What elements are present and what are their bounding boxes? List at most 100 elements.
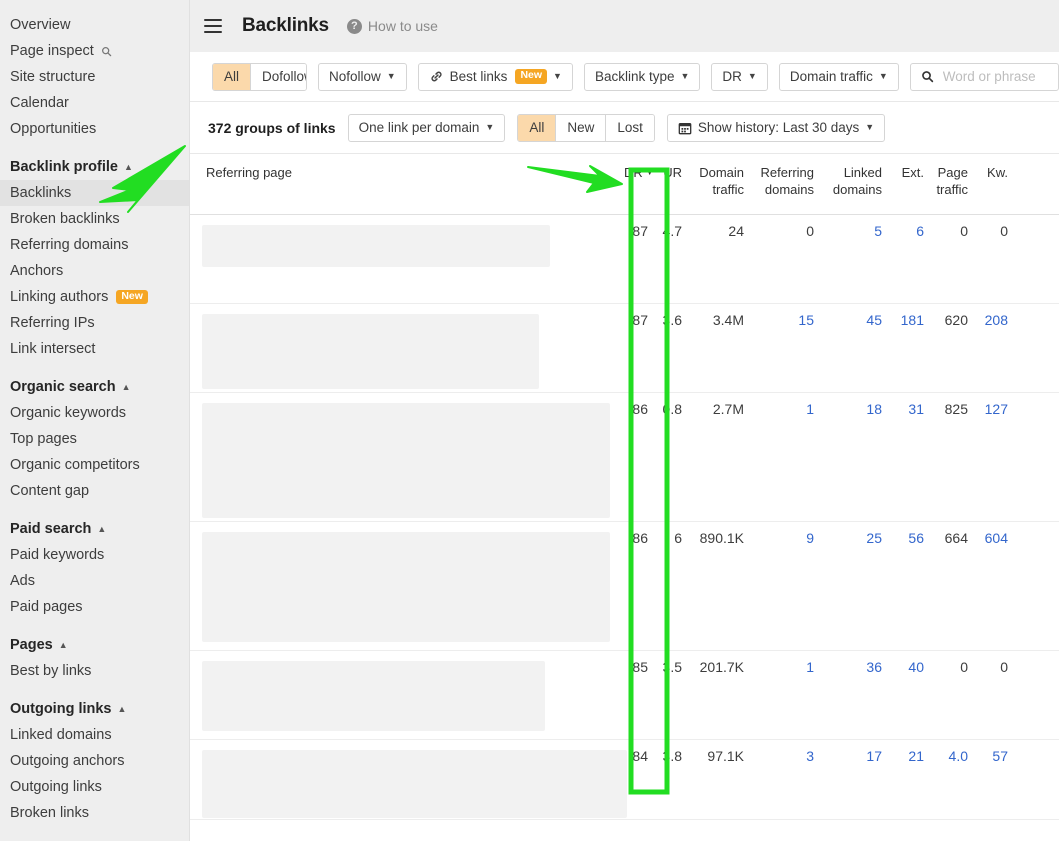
follow-filter-segment: All Dofollow: [212, 62, 307, 91]
table-row[interactable]: 86 0.8 2.7M 1 18 31 825 127: [190, 393, 1059, 522]
how-to-use-link[interactable]: ? How to use: [346, 18, 438, 34]
column-header-linked-domains[interactable]: Linked domains: [820, 164, 888, 198]
backlink-type-dropdown[interactable]: Backlink type ▼: [583, 62, 701, 91]
column-header-ext[interactable]: Ext.: [888, 164, 930, 181]
cell-linked-domains[interactable]: 25: [820, 522, 888, 650]
sidebar-item-link-intersect[interactable]: Link intersect: [0, 336, 189, 362]
cell-referring-domains[interactable]: 9: [750, 522, 820, 650]
filter-all-button[interactable]: All: [213, 63, 252, 90]
referring-page-cell[interactable]: [190, 393, 618, 521]
referring-page-cell[interactable]: [190, 522, 618, 650]
sidebar-item-best-by-links[interactable]: Best by links: [0, 658, 189, 684]
cell-linked-domains[interactable]: 5: [820, 215, 888, 303]
sidebar-item-overview[interactable]: Overview: [0, 12, 189, 38]
sidebar-item-organic-competitors[interactable]: Organic competitors: [0, 452, 189, 478]
table-row[interactable]: 85 3.5 201.7K 1 36 40 0 0: [190, 651, 1059, 740]
sidebar-item-opportunities[interactable]: Opportunities: [0, 116, 189, 142]
cell-kw[interactable]: 57: [974, 740, 1014, 819]
sidebar-item-label: Paid keywords: [10, 547, 105, 563]
referring-page-cell[interactable]: [190, 740, 627, 819]
table-row[interactable]: 86 6 890.1K 9 25 56 664 604: [190, 522, 1059, 651]
cell-page-traffic: 664: [944, 530, 968, 546]
cell-referring-domains[interactable]: 15: [750, 304, 820, 392]
referring-page-cell[interactable]: [190, 304, 618, 392]
sidebar-item-label: Linked domains: [10, 727, 112, 743]
sidebar-item-calendar[interactable]: Calendar: [0, 90, 189, 116]
cell-ext[interactable]: 31: [888, 393, 930, 521]
chevron-up-icon: ▲: [121, 381, 131, 392]
sidebar-item-backlinks[interactable]: Backlinks: [0, 180, 189, 206]
cell-domain-traffic: 2.7M: [712, 401, 744, 417]
sidebar-group-pages[interactable]: Pages ▲: [0, 632, 189, 658]
sidebar-item-linked-domains[interactable]: Linked domains: [0, 722, 189, 748]
referring-page-cell[interactable]: [190, 215, 618, 303]
hamburger-icon[interactable]: [204, 19, 222, 33]
sidebar-item-top-pages[interactable]: Top pages: [0, 426, 189, 452]
column-header-page[interactable]: Referring page: [190, 164, 618, 181]
status-all-button[interactable]: All: [518, 114, 557, 141]
sidebar-item-site-structure[interactable]: Site structure: [0, 64, 189, 90]
column-header-dr[interactable]: DR ▼: [618, 164, 654, 181]
cell-referring-domains[interactable]: 3: [750, 740, 820, 819]
sidebar-item-ads[interactable]: Ads: [0, 568, 189, 594]
table-row[interactable]: 84 3.8 97.1K 3 17 21 4.0 57: [190, 740, 1059, 820]
sidebar-item-page-inspect[interactable]: Page inspect: [0, 38, 189, 64]
cell-referring-domains[interactable]: 1: [750, 651, 820, 739]
app-root: Overview Page inspect Site structure Calend…: [0, 0, 1059, 841]
column-header-label: Ext.: [901, 165, 924, 180]
cell-referring-domains[interactable]: 1: [750, 393, 820, 521]
dr-filter-dropdown[interactable]: DR ▼: [711, 62, 768, 91]
cell-linked-domains[interactable]: 17: [820, 740, 888, 819]
column-header-ur[interactable]: UR: [654, 164, 688, 181]
sidebar-group-label: Outgoing links: [10, 701, 112, 717]
column-header-kw[interactable]: Kw.: [974, 164, 1014, 181]
search-input[interactable]: [940, 68, 1048, 85]
column-header-domain-traffic[interactable]: Domain traffic: [688, 164, 750, 198]
sidebar-group-backlink-profile[interactable]: Backlink profile ▲: [0, 154, 189, 180]
cell-ext[interactable]: 181: [888, 304, 930, 392]
domain-traffic-dropdown[interactable]: Domain traffic ▼: [778, 62, 899, 91]
table-row[interactable]: 87 4.7 24 0 5 6 0 0: [190, 215, 1059, 304]
sidebar-group-outgoing-links[interactable]: Outgoing links ▲: [0, 696, 189, 722]
show-history-dropdown[interactable]: Show history: Last 30 days ▼: [666, 113, 886, 142]
sidebar-item-anchors[interactable]: Anchors: [0, 258, 189, 284]
cell-kw[interactable]: 127: [974, 393, 1014, 521]
sidebar-item-referring-domains[interactable]: Referring domains: [0, 232, 189, 258]
sidebar-item-referring-ips[interactable]: Referring IPs: [0, 310, 189, 336]
column-header-page-traffic[interactable]: Page traffic: [930, 164, 974, 198]
chevron-up-icon: ▲: [58, 639, 68, 650]
sidebar-item-outgoing-anchors[interactable]: Outgoing anchors: [0, 748, 189, 774]
sidebar-item-linking-authors[interactable]: Linking authors New: [0, 284, 189, 310]
sidebar-item-outgoing-links[interactable]: Outgoing links: [0, 774, 189, 800]
filter-dofollow-button[interactable]: Dofollow: [251, 63, 306, 90]
grouping-dropdown[interactable]: One link per domain ▼: [347, 113, 506, 142]
column-header-referring-domains[interactable]: Referring domains: [750, 164, 820, 198]
status-new-button[interactable]: New: [556, 114, 607, 141]
referring-page-cell[interactable]: [190, 651, 618, 739]
sidebar-group-organic-search[interactable]: Organic search ▲: [0, 374, 189, 400]
sidebar-group-paid-search[interactable]: Paid search ▲: [0, 516, 189, 542]
cell-linked-domains[interactable]: 36: [820, 651, 888, 739]
cell-ext[interactable]: 6: [888, 215, 930, 303]
cell-ext[interactable]: 40: [888, 651, 930, 739]
sidebar-item-paid-pages[interactable]: Paid pages: [0, 594, 189, 620]
sidebar-item-label: Linking authors: [10, 289, 109, 305]
sidebar-item-organic-keywords[interactable]: Organic keywords: [0, 400, 189, 426]
sidebar-item-paid-keywords[interactable]: Paid keywords: [0, 542, 189, 568]
sidebar-item-broken-links[interactable]: Broken links: [0, 800, 189, 826]
sidebar-item-content-gap[interactable]: Content gap: [0, 478, 189, 504]
sidebar-item-label: Site structure: [10, 69, 96, 85]
best-links-dropdown[interactable]: Best links New ▼: [417, 62, 573, 91]
table-row[interactable]: 87 3.6 3.4M 15 45 181 620 208: [190, 304, 1059, 393]
cell-ext[interactable]: 21: [888, 740, 930, 819]
nofollow-dropdown[interactable]: Nofollow ▼: [317, 62, 407, 91]
cell-kw[interactable]: 208: [974, 304, 1014, 392]
cell-linked-domains[interactable]: 45: [820, 304, 888, 392]
sidebar-item-broken-backlinks[interactable]: Broken backlinks: [0, 206, 189, 232]
status-lost-button[interactable]: Lost: [606, 114, 654, 141]
search-box[interactable]: [909, 62, 1059, 91]
cell-linked-domains[interactable]: 18: [820, 393, 888, 521]
cell-ext[interactable]: 56: [888, 522, 930, 650]
cell-page-traffic[interactable]: 4.0: [930, 740, 974, 819]
cell-kw[interactable]: 604: [974, 522, 1014, 650]
